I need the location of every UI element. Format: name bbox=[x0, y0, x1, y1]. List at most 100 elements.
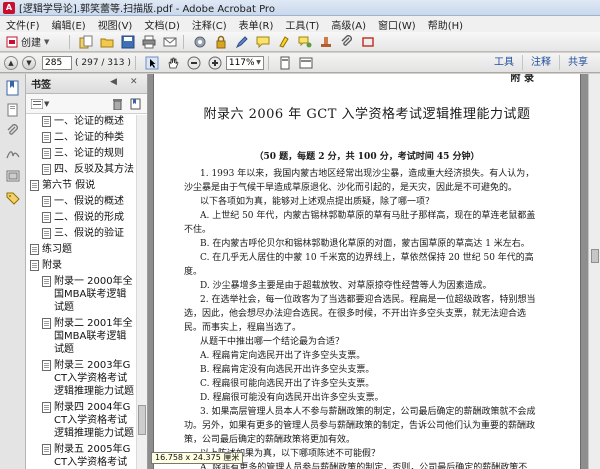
fit-page-icon bbox=[280, 56, 290, 69]
pdf-page: 附 录 附录六 2006 年 GCT 入学资格考试逻辑推理能力试题 （50 题，… bbox=[153, 74, 581, 469]
paragraph: 3. 如果高层管理人员本人不参与薪酬政策的制定，公司最后确定的薪酬政策就不会成功… bbox=[184, 407, 536, 445]
highlight-button[interactable] bbox=[275, 34, 293, 50]
zoom-in-button[interactable] bbox=[206, 55, 224, 71]
options-button[interactable]: ▼ bbox=[31, 98, 49, 109]
page-icon bbox=[42, 276, 51, 287]
rectangle-icon bbox=[362, 36, 374, 47]
page-size-tooltip: 16.758 x 24.375 厘米 bbox=[151, 452, 244, 464]
menu-file[interactable]: 文件(F) bbox=[0, 17, 46, 32]
list-item[interactable]: 二、论证的种类 bbox=[26, 131, 136, 144]
envelope-icon bbox=[163, 37, 177, 46]
toolbar-divider bbox=[134, 55, 136, 70]
list-item[interactable]: 附录一 2000年全国MBA联考逻辑试题 bbox=[26, 275, 136, 314]
scrollbar-thumb[interactable] bbox=[138, 405, 146, 435]
combine-files-icon bbox=[79, 35, 93, 48]
menu-view[interactable]: 视图(V) bbox=[92, 17, 139, 32]
tab-comment[interactable]: 注释 bbox=[522, 55, 559, 70]
document-scrollbar[interactable] bbox=[588, 74, 600, 469]
toolbar-divider bbox=[69, 34, 70, 49]
menu-bar: 文件(F) 编辑(E) 视图(V) 文档(D) 注释(C) 表单(R) 工具(T… bbox=[0, 16, 600, 32]
tab-share[interactable]: 共享 bbox=[559, 55, 596, 70]
list-item[interactable]: 第六节 假说 bbox=[26, 179, 136, 192]
zoom-level-select[interactable]: 117% ▼ bbox=[225, 55, 264, 70]
pages-icon[interactable] bbox=[5, 102, 21, 118]
bookmarks-panel-header: 书签 ◀ ✕ bbox=[26, 74, 147, 94]
scrollbar-thumb[interactable] bbox=[591, 249, 599, 263]
menu-forms[interactable]: 表单(R) bbox=[233, 17, 280, 32]
document-view: 附 录 附录六 2006 年 GCT 入学资格考试逻辑推理能力试题 （50 题，… bbox=[148, 74, 600, 469]
hand-icon bbox=[168, 57, 179, 68]
page-icon bbox=[42, 402, 51, 413]
review-button[interactable] bbox=[296, 34, 314, 50]
bookmarks-list: 一、论证的概述 二、论证的种类 三、论证的规则 四、反驳及其方法 第六节 假说 … bbox=[26, 115, 136, 469]
sign-button[interactable] bbox=[233, 34, 251, 50]
list-item[interactable]: 附录三 2003年GCT入学资格考试逻辑推理能力试题 bbox=[26, 359, 136, 398]
list-item[interactable]: 附录五 2005年GCT入学资格考试逻辑推理能力试题 bbox=[26, 443, 136, 469]
fit-width-icon bbox=[299, 57, 313, 68]
menu-document[interactable]: 文档(D) bbox=[138, 17, 186, 32]
combine-files-button[interactable] bbox=[77, 34, 95, 50]
comment-button[interactable] bbox=[254, 34, 272, 50]
page-icon bbox=[30, 260, 39, 271]
chevron-down-icon: ▼ bbox=[44, 37, 50, 46]
fit-width-button[interactable] bbox=[297, 55, 315, 71]
secure-button[interactable] bbox=[212, 34, 230, 50]
collapse-panel-icon[interactable]: ◀ bbox=[110, 77, 117, 87]
list-item[interactable]: 一、假说的概述 bbox=[26, 195, 136, 208]
stamp-button[interactable] bbox=[317, 34, 335, 50]
cursor-icon bbox=[145, 56, 159, 69]
hand-tool-button[interactable] bbox=[164, 55, 182, 71]
list-item[interactable]: 三、论证的规则 bbox=[26, 147, 136, 160]
page-body: 1. 1993 年以来，我国内蒙古地区经常出现沙尘暴，造成重大经济损失。有人认为… bbox=[184, 167, 536, 469]
select-tool-button[interactable] bbox=[143, 55, 161, 71]
list-item[interactable]: 二、假说的形成 bbox=[26, 211, 136, 224]
tags-icon[interactable] bbox=[5, 190, 21, 206]
list-item[interactable]: 附录二 2001年全国MBA联考逻辑试题 bbox=[26, 317, 136, 356]
menu-tools[interactable]: 工具(T) bbox=[279, 17, 325, 32]
create-button[interactable]: 创建 ▼ bbox=[3, 34, 65, 50]
menu-help[interactable]: 帮助(H) bbox=[422, 17, 469, 32]
page-number-input[interactable]: 285 bbox=[42, 55, 72, 70]
attachments-icon[interactable] bbox=[5, 124, 21, 140]
shape-tool-button[interactable] bbox=[359, 34, 377, 50]
menu-advanced[interactable]: 高级(A) bbox=[325, 17, 372, 32]
menu-edit[interactable]: 编辑(E) bbox=[46, 17, 92, 32]
list-item[interactable]: 附录 bbox=[26, 259, 136, 272]
paragraph: C. 程扁很可能向选民开出了许多空头支票。 bbox=[200, 379, 375, 389]
attach-button[interactable] bbox=[338, 34, 356, 50]
list-item[interactable]: 四、反驳及其方法 bbox=[26, 163, 136, 176]
tab-tools[interactable]: 工具 bbox=[486, 55, 522, 70]
open-button[interactable] bbox=[98, 34, 116, 50]
bookmarks-scrollbar[interactable] bbox=[136, 115, 147, 469]
toolbar-divider bbox=[183, 34, 184, 49]
page-title: 附录六 2006 年 GCT 入学资格考试逻辑推理能力试题 bbox=[203, 107, 531, 122]
next-page-button[interactable]: ▼ bbox=[22, 55, 36, 70]
arrow-up-icon: ▲ bbox=[8, 58, 14, 67]
menu-window[interactable]: 窗口(W) bbox=[372, 17, 422, 32]
settings-button[interactable] bbox=[191, 34, 209, 50]
acrobat-logo-icon: A bbox=[3, 1, 15, 14]
save-button[interactable] bbox=[119, 34, 137, 50]
signatures-icon[interactable] bbox=[5, 146, 21, 162]
page-icon bbox=[42, 148, 51, 159]
layers-icon[interactable] bbox=[5, 168, 21, 184]
bookmarks-icon[interactable] bbox=[5, 80, 21, 96]
close-icon[interactable]: ✕ bbox=[130, 77, 138, 87]
menu-comments[interactable]: 注释(C) bbox=[186, 17, 233, 32]
pen-icon bbox=[235, 35, 248, 48]
previous-page-button[interactable]: ▲ bbox=[4, 55, 18, 70]
printer-icon bbox=[142, 35, 156, 48]
zoom-out-button[interactable] bbox=[185, 55, 203, 71]
new-bookmark-icon[interactable] bbox=[130, 98, 141, 110]
page-icon bbox=[42, 164, 51, 175]
task-pane-tabs: 工具 注释 共享 bbox=[486, 55, 596, 70]
print-button[interactable] bbox=[140, 34, 158, 50]
list-item[interactable]: 附录四 2004年GCT入学资格考试逻辑推理能力试题 bbox=[26, 401, 136, 440]
delete-icon[interactable] bbox=[112, 98, 123, 110]
list-item[interactable]: 练习题 bbox=[26, 243, 136, 256]
list-item[interactable]: 三、假说的验证 bbox=[26, 227, 136, 240]
list-item[interactable]: 一、论证的概述 bbox=[26, 115, 136, 128]
fit-page-button[interactable] bbox=[276, 55, 294, 71]
paragraph: 以下各项如为真，能够对上述观点提出质疑，除了哪一项？ bbox=[200, 197, 435, 207]
email-button[interactable] bbox=[161, 34, 179, 50]
